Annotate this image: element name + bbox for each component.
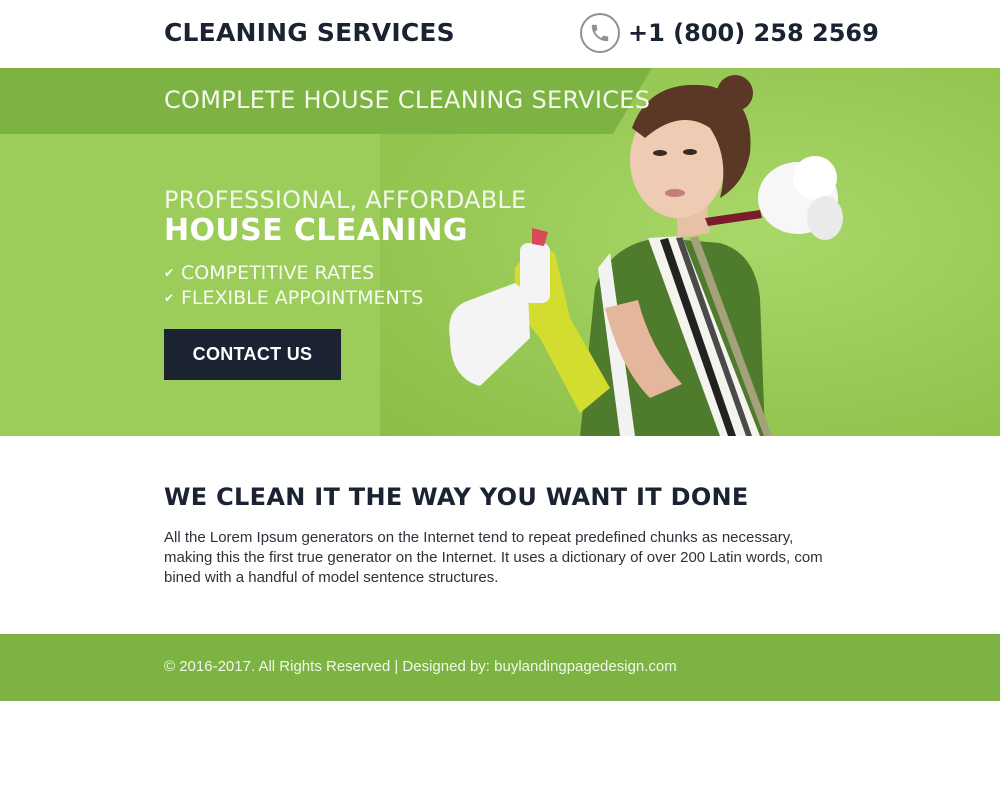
- site-footer: © 2016-2017. All Rights Reserved | Desig…: [0, 634, 1000, 701]
- hero-section: COMPLETE HOUSE CLEANING SERVICES PROFESS…: [0, 68, 1000, 436]
- site-header: CLEANING SERVICES +1 (800) 258 2569: [0, 0, 1000, 68]
- phone-number[interactable]: +1 (800) 258 2569: [628, 19, 879, 47]
- contact-us-button[interactable]: CONTACT US: [164, 329, 341, 380]
- feature-label: COMPETITIVE RATES: [181, 261, 375, 284]
- phone-icon: [580, 13, 620, 53]
- section-title: WE CLEAN IT THE WAY YOU WANT IT DONE: [164, 483, 749, 511]
- feature-list: ✔ COMPETITIVE RATES ✔ FLEXIBLE APPOINTME…: [164, 260, 423, 310]
- feature-item: ✔ FLEXIBLE APPOINTMENTS: [164, 285, 423, 310]
- banner-title: COMPLETE HOUSE CLEANING SERVICES: [164, 86, 651, 114]
- section-paragraph: All the Lorem Ipsum generators on the In…: [164, 529, 823, 586]
- hero-tagline: PROFESSIONAL, AFFORDABLE: [164, 186, 527, 214]
- about-section: WE CLEAN IT THE WAY YOU WANT IT DONE All…: [0, 436, 1000, 634]
- check-icon: ✔: [164, 265, 175, 280]
- feature-item: ✔ COMPETITIVE RATES: [164, 260, 423, 285]
- feature-label: FLEXIBLE APPOINTMENTS: [181, 286, 424, 309]
- brand-title: CLEANING SERVICES: [164, 18, 455, 47]
- footer-copyright: © 2016-2017. All Rights Reserved | Desig…: [164, 658, 677, 675]
- hero-headline: HOUSE CLEANING: [164, 213, 468, 248]
- check-icon: ✔: [164, 290, 175, 305]
- phone-contact[interactable]: +1 (800) 258 2569: [580, 12, 879, 54]
